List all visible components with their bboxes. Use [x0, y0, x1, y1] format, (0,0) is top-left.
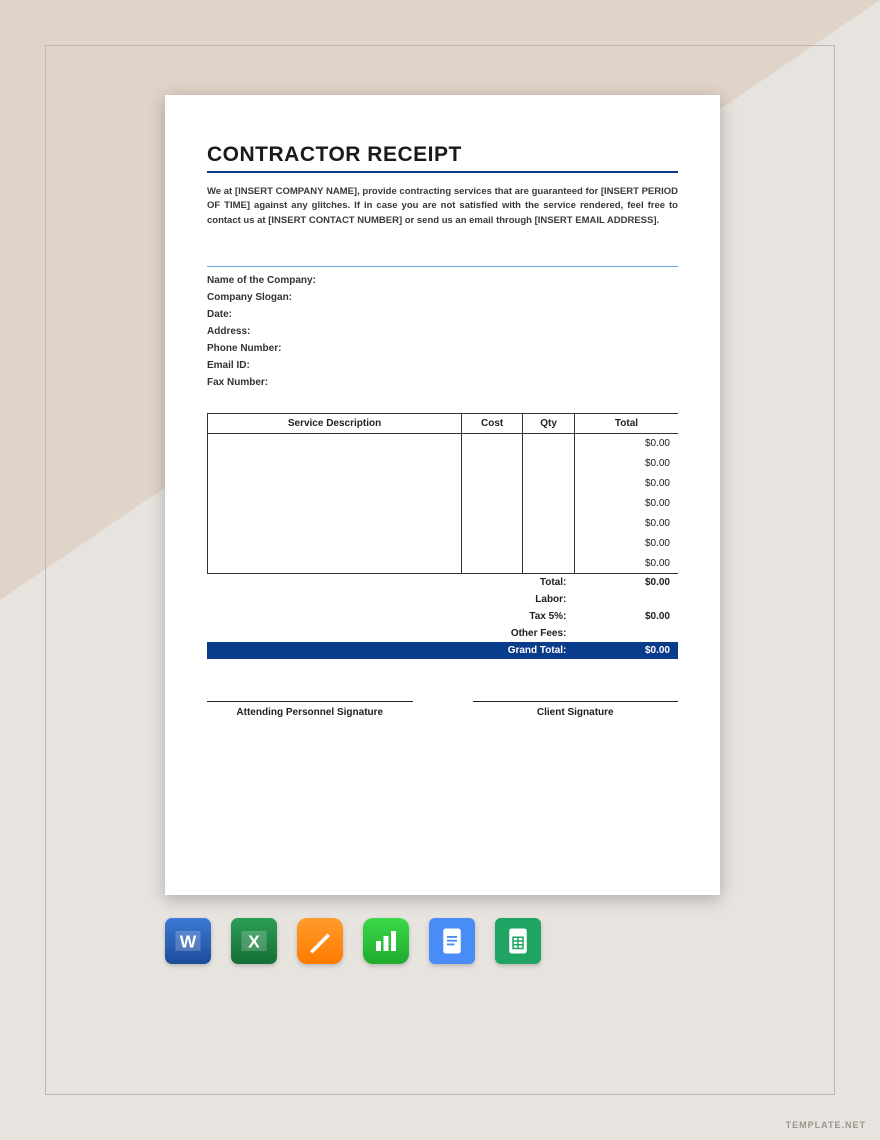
numbers-icon[interactable]: [363, 918, 409, 964]
th-cost: Cost: [462, 413, 523, 433]
table-cell-cost: [462, 553, 523, 573]
th-qty: Qty: [523, 413, 575, 433]
table-cell-cost: [462, 473, 523, 493]
table-cell-desc: [208, 433, 462, 453]
signature-client: Client Signature: [473, 701, 679, 718]
table-cell-total: $0.00: [574, 553, 678, 573]
field-slogan: Company Slogan:: [207, 289, 678, 306]
document-page: CONTRACTOR RECEIPT We at [INSERT COMPANY…: [165, 95, 720, 895]
table-cell-total: $0.00: [574, 533, 678, 553]
grand-total-label: Grand Total:: [207, 642, 574, 659]
table-cell-cost: [462, 433, 523, 453]
word-icon[interactable]: W: [165, 918, 211, 964]
service-table: Service Description Cost Qty Total $0.00…: [207, 413, 678, 574]
signature-personnel: Attending Personnel Signature: [207, 701, 413, 718]
table-row: $0.00: [208, 453, 679, 473]
table-cell-qty: [523, 533, 575, 553]
table-cell-total: $0.00: [574, 453, 678, 473]
table-cell-desc: [208, 553, 462, 573]
th-total: Total: [574, 413, 678, 433]
table-cell-desc: [208, 533, 462, 553]
excel-icon[interactable]: X: [231, 918, 277, 964]
summary-label: Total:: [207, 574, 574, 591]
table-cell-desc: [208, 453, 462, 473]
grand-total-row: Grand Total: $0.00: [207, 642, 678, 659]
format-icons-row: W X: [165, 918, 541, 964]
google-docs-icon[interactable]: [429, 918, 475, 964]
svg-text:X: X: [248, 931, 260, 951]
table-cell-total: $0.00: [574, 433, 678, 453]
pages-icon[interactable]: [297, 918, 343, 964]
signature-row: Attending Personnel Signature Client Sig…: [207, 701, 678, 718]
summary-row: Other Fees:: [207, 625, 678, 642]
table-cell-cost: [462, 533, 523, 553]
table-row: $0.00: [208, 553, 679, 573]
field-address: Address:: [207, 323, 678, 340]
table-cell-qty: [523, 493, 575, 513]
summary-block: Total:$0.00Labor:Tax 5%:$0.00Other Fees:…: [207, 574, 678, 659]
table-row: $0.00: [208, 513, 679, 533]
grand-total-value: $0.00: [574, 642, 678, 659]
table-cell-qty: [523, 433, 575, 453]
google-sheets-icon[interactable]: [495, 918, 541, 964]
svg-text:W: W: [180, 931, 197, 951]
summary-value: [574, 625, 678, 642]
field-phone: Phone Number:: [207, 340, 678, 357]
summary-row: Tax 5%:$0.00: [207, 608, 678, 625]
table-row: $0.00: [208, 433, 679, 453]
summary-row: Total:$0.00: [207, 574, 678, 591]
table-cell-cost: [462, 513, 523, 533]
field-fax: Fax Number:: [207, 374, 678, 391]
table-cell-desc: [208, 513, 462, 533]
field-email: Email ID:: [207, 357, 678, 374]
table-cell-total: $0.00: [574, 473, 678, 493]
watermark: TEMPLATE.NET: [786, 1120, 866, 1130]
intro-paragraph: We at [INSERT COMPANY NAME], provide con…: [207, 185, 678, 228]
summary-row: Labor:: [207, 591, 678, 608]
table-row: $0.00: [208, 473, 679, 493]
table-cell-qty: [523, 553, 575, 573]
table-cell-qty: [523, 473, 575, 493]
table-cell-cost: [462, 453, 523, 473]
table-cell-desc: [208, 493, 462, 513]
table-cell-cost: [462, 493, 523, 513]
table-cell-total: $0.00: [574, 513, 678, 533]
summary-label: Tax 5%:: [207, 608, 574, 625]
table-row: $0.00: [208, 533, 679, 553]
field-date: Date:: [207, 306, 678, 323]
summary-value: $0.00: [574, 608, 678, 625]
th-desc: Service Description: [208, 413, 462, 433]
document-title: CONTRACTOR RECEIPT: [207, 143, 678, 173]
table-cell-qty: [523, 513, 575, 533]
summary-label: Other Fees:: [207, 625, 574, 642]
table-row: $0.00: [208, 493, 679, 513]
field-company-name: Name of the Company:: [207, 272, 678, 289]
table-cell-qty: [523, 453, 575, 473]
summary-value: $0.00: [574, 574, 678, 591]
summary-value: [574, 591, 678, 608]
company-fields: Name of the Company: Company Slogan: Dat…: [207, 266, 678, 391]
table-cell-total: $0.00: [574, 493, 678, 513]
summary-label: Labor:: [207, 591, 574, 608]
table-cell-desc: [208, 473, 462, 493]
